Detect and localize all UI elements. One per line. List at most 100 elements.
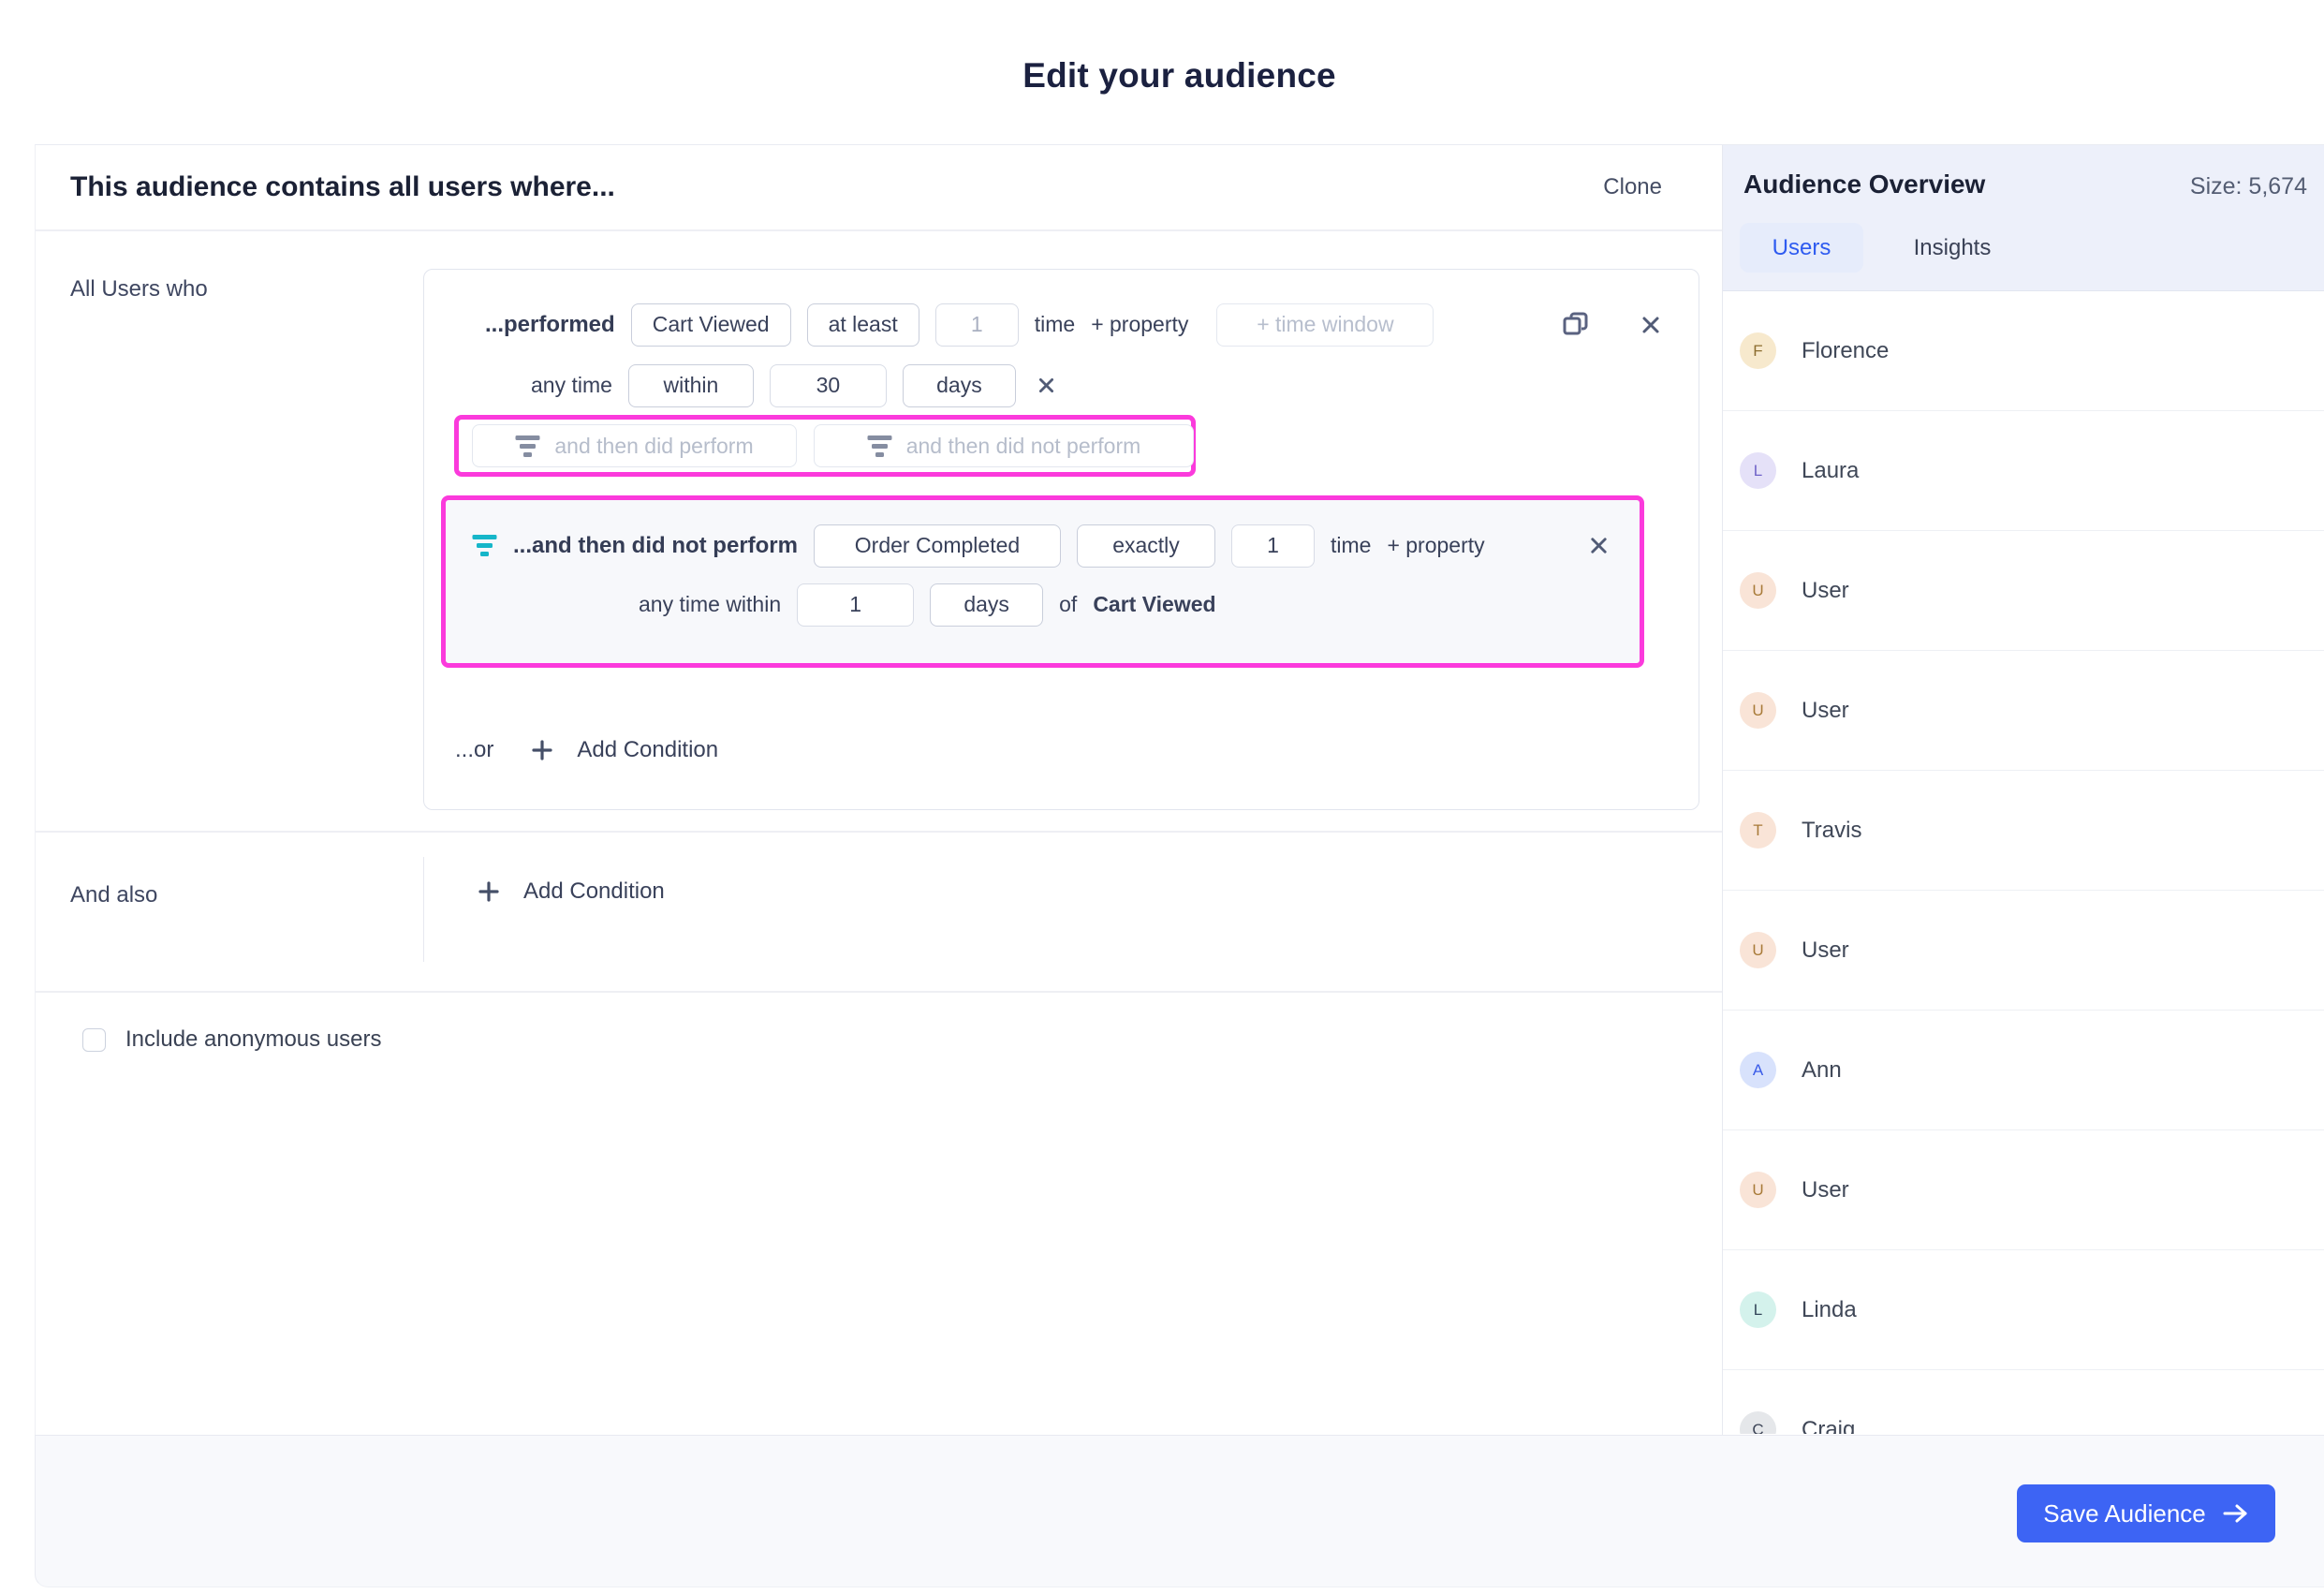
condition-row-timing: any time within 30 days	[424, 363, 1699, 407]
and-then-did-not-perform-label: and then did not perform	[905, 433, 1141, 458]
timing-operator-select[interactable]: within	[627, 363, 754, 407]
remove-condition-button[interactable]	[1640, 314, 1662, 336]
operator-select[interactable]: at least	[806, 303, 919, 347]
user-name: User	[1802, 1176, 1849, 1203]
condition-prefix-label: ...performed	[485, 311, 615, 337]
list-item[interactable]: A Ann	[1723, 1011, 2324, 1130]
save-audience-label: Save Audience	[2043, 1498, 2206, 1528]
sequence-timing-value-input[interactable]: 1	[797, 583, 915, 627]
list-item[interactable]: F Florence	[1723, 291, 2324, 411]
clone-button[interactable]: Clone	[1603, 174, 1662, 200]
avatar: C	[1740, 1411, 1776, 1434]
plus-icon	[478, 880, 500, 903]
tab-users[interactable]: Users	[1740, 223, 1863, 273]
user-list: F Florence L Laura U User U User T Travi…	[1723, 291, 2324, 1434]
user-name: Craig	[1802, 1416, 1856, 1435]
tab-insights[interactable]: Insights	[1901, 223, 2004, 273]
sequence-condition-highlight: ...and then did not perform Order Comple…	[441, 495, 1644, 668]
plus-icon	[531, 739, 553, 761]
condition-group-card: ...performed Cart Viewed at least 1 time…	[423, 269, 1699, 810]
timing-prefix-label: any time	[531, 373, 612, 397]
timing-unit-select[interactable]: days	[902, 363, 1016, 407]
add-condition-label: Add Condition	[523, 878, 665, 904]
add-condition-button[interactable]: Add Condition	[531, 737, 718, 763]
sidebar-header: Audience Overview Size: 5,674 Users Insi…	[1723, 145, 2324, 291]
user-name: Florence	[1802, 337, 1890, 363]
time-window-button[interactable]: + time window	[1216, 303, 1434, 347]
list-item[interactable]: L Linda	[1723, 1250, 2324, 1370]
sequence-timing-unit-select[interactable]: days	[930, 583, 1044, 627]
page-title: Edit your audience	[1022, 56, 1336, 95]
remove-timing-button[interactable]	[1037, 376, 1056, 395]
group-divider-line	[423, 857, 424, 962]
group-label-and-also: And also	[70, 882, 158, 908]
user-name: User	[1802, 937, 1849, 963]
sidebar-title: Audience Overview	[1743, 170, 1986, 199]
filter-icon	[867, 435, 892, 457]
sequence-prefix-label: ...and then did not perform	[513, 532, 798, 558]
timing-value-input[interactable]: 30	[769, 363, 887, 407]
and-then-did-perform-button[interactable]: and then did perform	[472, 424, 797, 467]
filter-icon	[515, 435, 540, 457]
save-audience-button[interactable]: Save Audience	[2017, 1484, 2275, 1542]
filter-icon-teal	[472, 535, 497, 556]
user-name: User	[1802, 697, 1849, 723]
list-item[interactable]: L Laura	[1723, 411, 2324, 531]
close-icon	[1640, 314, 1662, 336]
group-label-all-users: All Users who	[70, 276, 208, 302]
or-label: ...or	[455, 737, 494, 762]
add-condition-button[interactable]: Add Condition	[478, 878, 665, 905]
avatar: U	[1740, 1172, 1776, 1208]
list-item[interactable]: U User	[1723, 531, 2324, 651]
sequence-timing-reference-label: Cart Viewed	[1093, 592, 1216, 616]
count-input[interactable]: 1	[934, 303, 1019, 347]
sequence-timing-prefix-label: any time within	[639, 592, 782, 616]
or-add-condition-row: ...or Add Condition	[455, 729, 718, 772]
and-then-did-perform-label: and then did perform	[554, 433, 754, 458]
sequence-count-input[interactable]: 1	[1230, 524, 1315, 568]
arrow-right-icon	[2221, 1502, 2249, 1525]
builder-heading: This audience contains all users where..…	[70, 171, 615, 202]
user-name: Travis	[1802, 817, 1862, 843]
include-anonymous-checkbox[interactable]	[82, 1027, 106, 1052]
list-item[interactable]: C Craig	[1723, 1370, 2324, 1434]
list-item[interactable]: T Travis	[1723, 771, 2324, 891]
event-select[interactable]: Cart Viewed	[630, 303, 791, 347]
condition-group-section: All Users who ...performed Cart Viewed a…	[36, 231, 1722, 833]
sequence-operator-select[interactable]: exactly	[1076, 524, 1215, 568]
count-unit-label: time	[1034, 312, 1076, 336]
audience-builder-panel: This audience contains all users where..…	[36, 145, 1722, 1435]
content-frame: This audience contains all users where..…	[35, 144, 2324, 1435]
user-name: Ann	[1802, 1056, 1842, 1083]
avatar: L	[1740, 1291, 1776, 1328]
avatar: U	[1740, 692, 1776, 729]
sequence-event-select[interactable]: Order Completed	[813, 524, 1061, 568]
avatar: L	[1740, 452, 1776, 489]
remove-sequence-condition-button[interactable]	[1588, 535, 1610, 556]
close-icon	[1588, 535, 1610, 556]
duplicate-condition-button[interactable]	[1561, 310, 1590, 339]
sequence-count-unit-label: time	[1330, 533, 1372, 557]
avatar: A	[1740, 1052, 1776, 1088]
sequence-condition-row: ...and then did not perform Order Comple…	[446, 524, 1640, 568]
list-item[interactable]: U User	[1723, 651, 2324, 771]
avatar: F	[1740, 332, 1776, 369]
and-also-add-row: Add Condition	[478, 878, 665, 905]
user-name: Laura	[1802, 457, 1860, 483]
and-then-did-not-perform-button[interactable]: and then did not perform	[814, 424, 1194, 467]
user-name: Linda	[1802, 1296, 1857, 1322]
anonymous-users-row: Include anonymous users	[82, 1026, 382, 1053]
list-item[interactable]: U User	[1723, 891, 2324, 1011]
audience-size-label: Size: 5,674	[2189, 173, 2307, 199]
and-also-section: And also Add Condition	[36, 833, 1722, 993]
copy-icon	[1561, 310, 1590, 339]
edit-audience-page: Edit your audience This audience contain…	[0, 0, 2324, 1594]
avatar: U	[1740, 932, 1776, 968]
include-anonymous-label: Include anonymous users	[125, 1026, 382, 1052]
sequence-buttons-highlight: and then did perform and then did not pe…	[454, 415, 1196, 477]
list-item[interactable]: U User	[1723, 1130, 2324, 1250]
sequence-timing-row: any time within 1 days of Cart Viewed	[446, 583, 1640, 627]
audience-overview-sidebar: Audience Overview Size: 5,674 Users Insi…	[1722, 145, 2324, 1435]
sequence-add-property-button[interactable]: + property	[1387, 533, 1484, 558]
add-property-button[interactable]: + property	[1091, 312, 1188, 337]
